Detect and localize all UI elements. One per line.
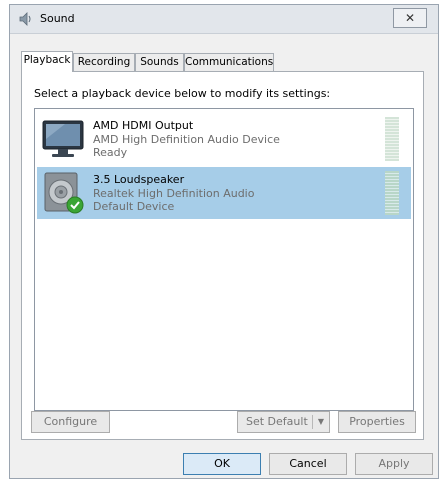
device-name: 3.5 Loudspeaker — [93, 173, 185, 186]
sound-dialog: Sound ✕ Playback Recording Sounds Commun… — [9, 4, 439, 479]
volume-meter — [385, 171, 399, 215]
chevron-down-icon[interactable]: ▼ — [318, 412, 324, 432]
tab-sounds[interactable]: Sounds — [135, 53, 184, 71]
device-driver: Realtek High Definition Audio — [93, 187, 255, 200]
device-item-amd-hdmi[interactable]: AMD HDMI Output AMD High Definition Audi… — [37, 113, 411, 165]
set-default-button[interactable]: Set Default ▼ — [237, 411, 330, 433]
speaker-icon — [44, 172, 84, 214]
properties-label: Properties — [349, 415, 405, 428]
close-icon: ✕ — [404, 11, 416, 25]
split-divider — [312, 415, 313, 429]
device-status: Default Device — [93, 200, 175, 213]
apply-button[interactable]: Apply — [355, 453, 433, 475]
title-bar: Sound ✕ — [10, 5, 438, 34]
close-button[interactable]: ✕ — [393, 8, 427, 28]
cancel-button[interactable]: Cancel — [269, 453, 347, 475]
device-name: AMD HDMI Output — [93, 119, 194, 132]
tab-recording[interactable]: Recording — [73, 53, 135, 71]
tab-communications[interactable]: Communications — [184, 53, 274, 71]
configure-label: Configure — [43, 415, 98, 428]
device-driver: AMD High Definition Audio Device — [93, 133, 280, 146]
apply-label: Apply — [378, 457, 410, 470]
configure-button[interactable]: Configure — [31, 411, 110, 433]
device-item-loudspeaker[interactable]: 3.5 Loudspeaker Realtek High Definition … — [37, 167, 411, 219]
cancel-label: Cancel — [289, 457, 327, 470]
set-default-label: Set Default — [246, 415, 308, 428]
properties-button[interactable]: Properties — [338, 411, 416, 433]
instruction-text: Select a playback device below to modify… — [34, 87, 331, 100]
window-title: Sound — [40, 12, 75, 25]
playback-panel: Select a playback device below to modify… — [21, 71, 424, 440]
device-list[interactable]: AMD HDMI Output AMD High Definition Audi… — [34, 108, 414, 411]
ok-button[interactable]: OK — [183, 453, 261, 475]
ok-label: OK — [214, 457, 230, 470]
device-status: Ready — [93, 146, 128, 159]
speaker-icon — [19, 12, 31, 26]
volume-meter — [385, 117, 399, 161]
monitor-icon — [42, 120, 84, 157]
tab-playback[interactable]: Playback — [21, 51, 73, 72]
